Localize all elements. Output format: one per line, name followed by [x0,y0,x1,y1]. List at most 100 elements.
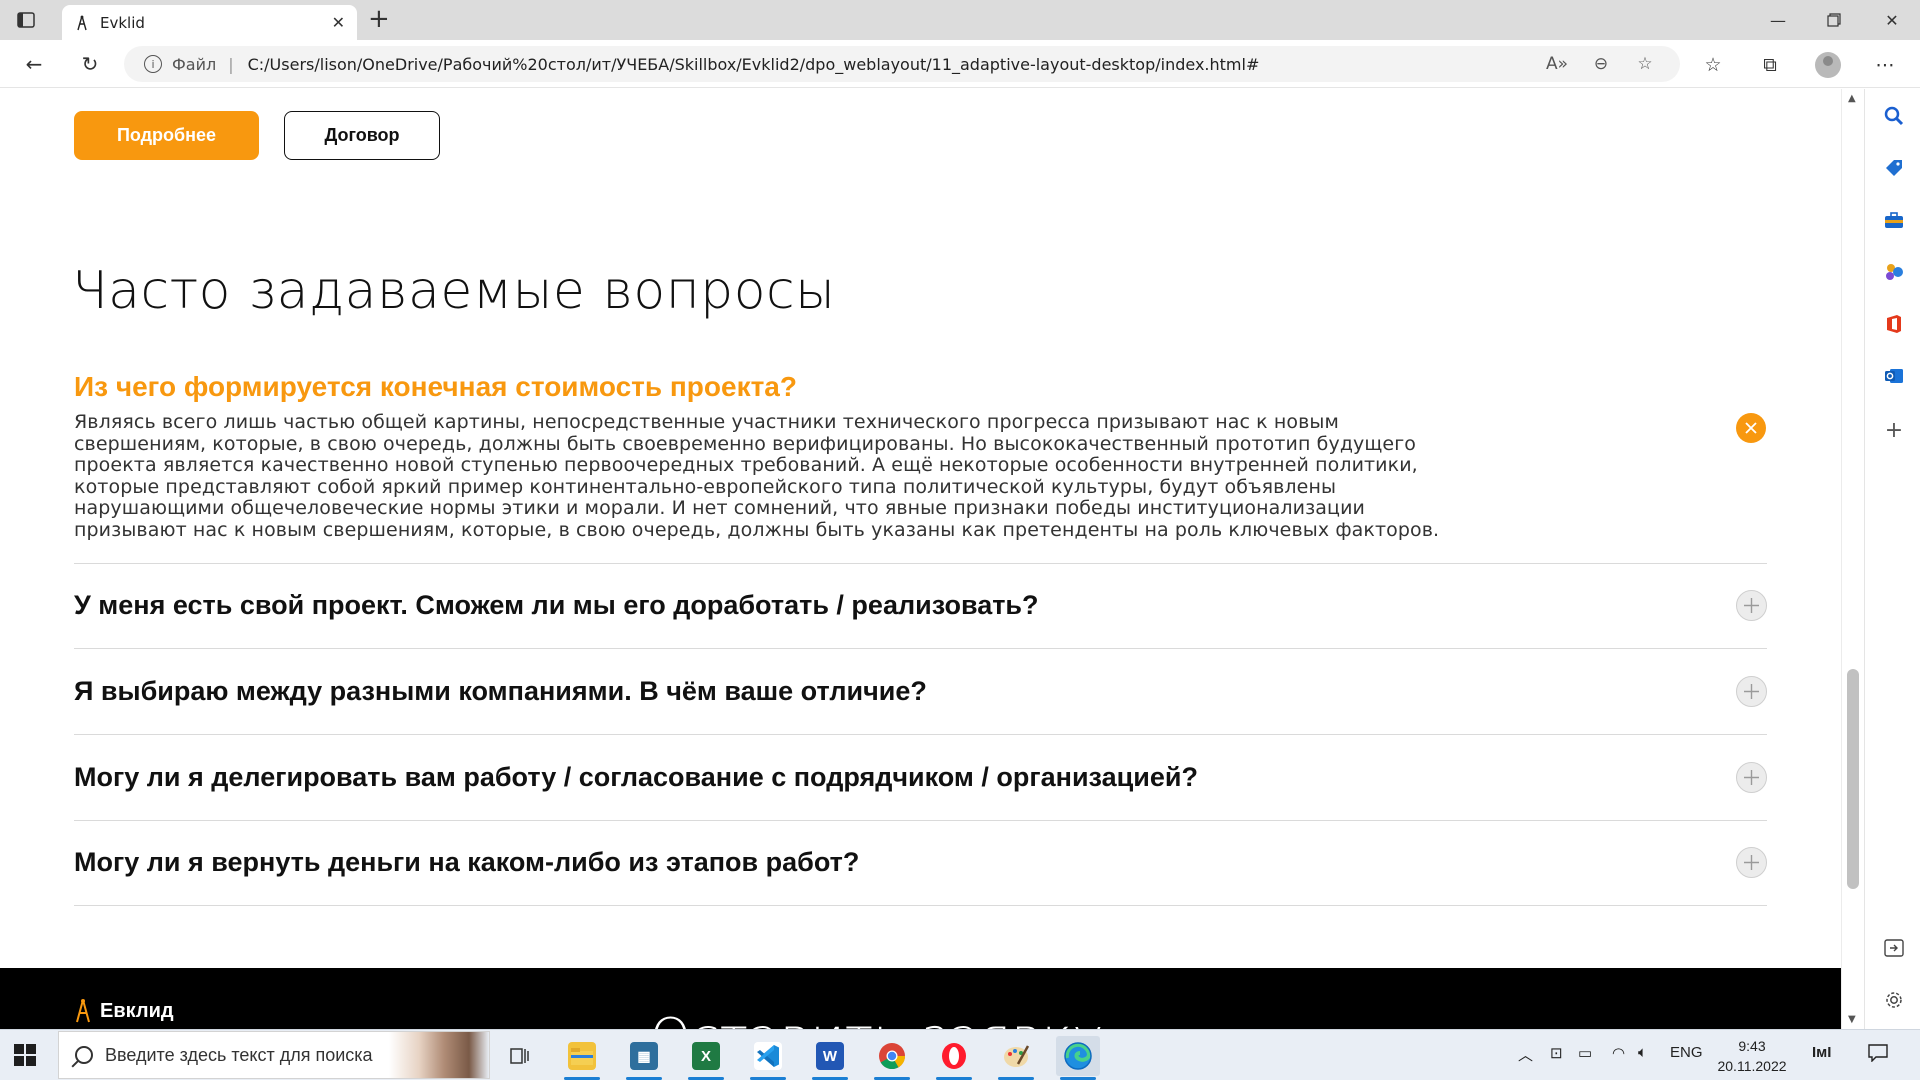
tab-actions-icon[interactable] [14,8,38,32]
search-icon [75,1046,93,1064]
app-tray-icon[interactable]: IᴍI [1812,1044,1831,1061]
more-menu-icon[interactable]: ⋯ [1872,52,1898,78]
taskbar-search-input[interactable]: Введите здесь текст для поиска [58,1031,490,1079]
faq-question: Могу ли я вернуть деньги на каком-либо и… [74,846,860,877]
scroll-thumb[interactable] [1847,669,1859,889]
faq-divider [74,820,1767,821]
word-icon[interactable]: W [808,1036,852,1080]
faq-expand-icon[interactable] [1736,761,1767,793]
tools-briefcase-icon[interactable] [1883,209,1905,231]
clock-date: 20.11.2022 [1717,1058,1787,1074]
windows-start-icon[interactable] [14,1044,36,1066]
address-separator: | [228,54,234,74]
paint-icon[interactable] [994,1036,1038,1080]
contract-button[interactable]: Договор [284,111,440,160]
close-window-icon[interactable]: ✕ [1864,0,1920,40]
info-icon[interactable]: i [144,55,162,73]
faq-divider [74,648,1767,649]
faq-item[interactable]: Могу ли я вернуть деньги на каком-либо и… [74,842,1767,882]
chrome-icon[interactable] [870,1036,914,1080]
faq-item[interactable]: Могу ли я делегировать вам работу / согл… [74,757,1767,797]
restore-icon[interactable] [1806,0,1862,40]
system-clock[interactable]: 9:43 20.11.2022 [1712,1036,1792,1076]
taskbar-search-placeholder: Введите здесь текст для поиска [105,1044,373,1065]
footer-logo-text: Евклид [100,999,174,1022]
page-viewport: Подробнее Договор Часто задаваемые вопро… [0,89,1841,1029]
address-bar-row: ← ↻ i Файл | C:/Users/lison/OneDrive/Раб… [0,40,1920,88]
vscode-icon[interactable] [746,1036,790,1080]
browser-tab-bar: Evklid ✕ + — ✕ [0,0,1920,40]
faq-expand-icon[interactable] [1736,675,1767,707]
scroll-down-icon[interactable]: ▼ [1848,1014,1856,1025]
volume-icon[interactable]: 🔈︎ [1638,1044,1647,1061]
favorites-icon[interactable]: ☆ [1700,52,1726,78]
zoom-out-icon[interactable]: ⊖ [1586,54,1616,74]
excel-icon[interactable]: X [684,1036,728,1080]
browser-sidebar: + [1864,89,1920,1029]
file-scheme-label: Файл [172,54,217,74]
page-scrollbar[interactable]: ▲ ▼ [1841,89,1863,1029]
read-aloud-icon[interactable]: A» [1542,54,1572,74]
address-url[interactable]: C:/Users/lison/OneDrive/Рабочий%20стол/и… [248,55,1528,74]
request-heading: Оставить заявку [650,1008,1103,1029]
faq-answer-line: свершениям, которые, в свою очередь, дол… [74,432,1416,455]
faq-answer-line: проекта является качественно новой ступе… [74,454,1418,476]
games-icon[interactable] [1883,261,1905,283]
faq-expand-icon[interactable] [1736,846,1767,878]
faq-collapse-icon[interactable] [1736,413,1766,443]
faq-item[interactable]: У меня есть свой проект. Сможем ли мы ег… [74,585,1767,625]
faq-question: Я выбираю между разными компаниями. В чё… [74,675,927,706]
faq-divider [74,905,1767,906]
footer-section: Евклид Оставить заявку [0,968,1841,1029]
shopping-tag-icon[interactable] [1883,157,1905,179]
settings-gear-icon[interactable] [1883,989,1905,1011]
task-view-icon[interactable] [498,1036,542,1076]
profile-avatar[interactable] [1815,52,1841,78]
faq-answer-line: Являясь всего лишь частью общей картины,… [74,411,1339,433]
minimize-icon[interactable]: — [1750,0,1806,40]
close-tab-icon[interactable]: ✕ [332,13,345,32]
faq-answer: Являясь всего лишь частью общей картины,… [74,411,1674,541]
meet-now-icon[interactable]: ⊡ [1550,1044,1563,1062]
wifi-icon[interactable]: ◠ [1612,1044,1625,1062]
compass-logo-icon [76,999,90,1023]
outlook-icon[interactable] [1883,365,1905,387]
search-highlight-image [389,1032,489,1078]
calculator-icon[interactable]: ▦ [622,1036,666,1080]
add-favorite-icon[interactable]: ☆ [1630,54,1660,74]
collections-icon[interactable]: ⧉ [1757,52,1783,78]
add-sidebar-app-icon[interactable]: + [1883,418,1905,443]
faq-divider [74,563,1767,564]
scroll-up-icon[interactable]: ▲ [1848,93,1856,104]
opera-icon[interactable] [932,1036,976,1080]
faq-question: У меня есть свой проект. Сможем ли мы ег… [74,589,1039,620]
more-details-button[interactable]: Подробнее [74,111,259,160]
windows-taskbar: Введите здесь текст для поиска ▦ X W ︿ ⊡… [0,1029,1920,1080]
browser-tab-active[interactable]: Evklid ✕ [62,5,357,40]
faq-expand-icon[interactable] [1736,589,1767,621]
battery-icon[interactable]: ▭ [1578,1044,1592,1062]
faq-divider [74,734,1767,735]
edge-icon[interactable] [1056,1036,1100,1080]
faq-answer-line: которые представляют собой яркий пример … [74,475,1337,498]
faq-question: Могу ли я делегировать вам работу / согл… [74,761,1198,792]
address-field[interactable]: i Файл | C:/Users/lison/OneDrive/Рабочий… [124,46,1680,82]
footer-logo[interactable]: Евклид [74,998,174,1024]
show-hidden-icons[interactable]: ︿ [1518,1044,1533,1065]
new-tab-icon[interactable]: + [368,6,390,32]
tab-title: Evklid [100,13,145,32]
input-language[interactable]: ENG [1670,1044,1703,1061]
office-icon[interactable] [1883,313,1905,335]
faq-item[interactable]: Я выбираю между разными компаниями. В чё… [74,671,1767,711]
faq-question-open[interactable]: Из чего формируется конечная стоимость п… [74,371,797,403]
search-icon[interactable] [1883,105,1905,127]
notifications-icon[interactable] [1868,1044,1888,1066]
reload-icon[interactable]: ↻ [76,50,104,78]
faq-answer-line: нарушающими общечеловеческие нормы этики… [74,497,1365,519]
hide-sidebar-icon[interactable] [1883,937,1905,959]
faq-heading: Часто задаваемые вопросы [72,261,836,321]
back-arrow-icon[interactable]: ← [20,50,48,78]
faq-answer-line: призывают нас к новым свершениям, которы… [74,518,1440,541]
file-explorer-icon[interactable] [560,1036,604,1080]
clock-time: 9:43 [1738,1038,1766,1054]
